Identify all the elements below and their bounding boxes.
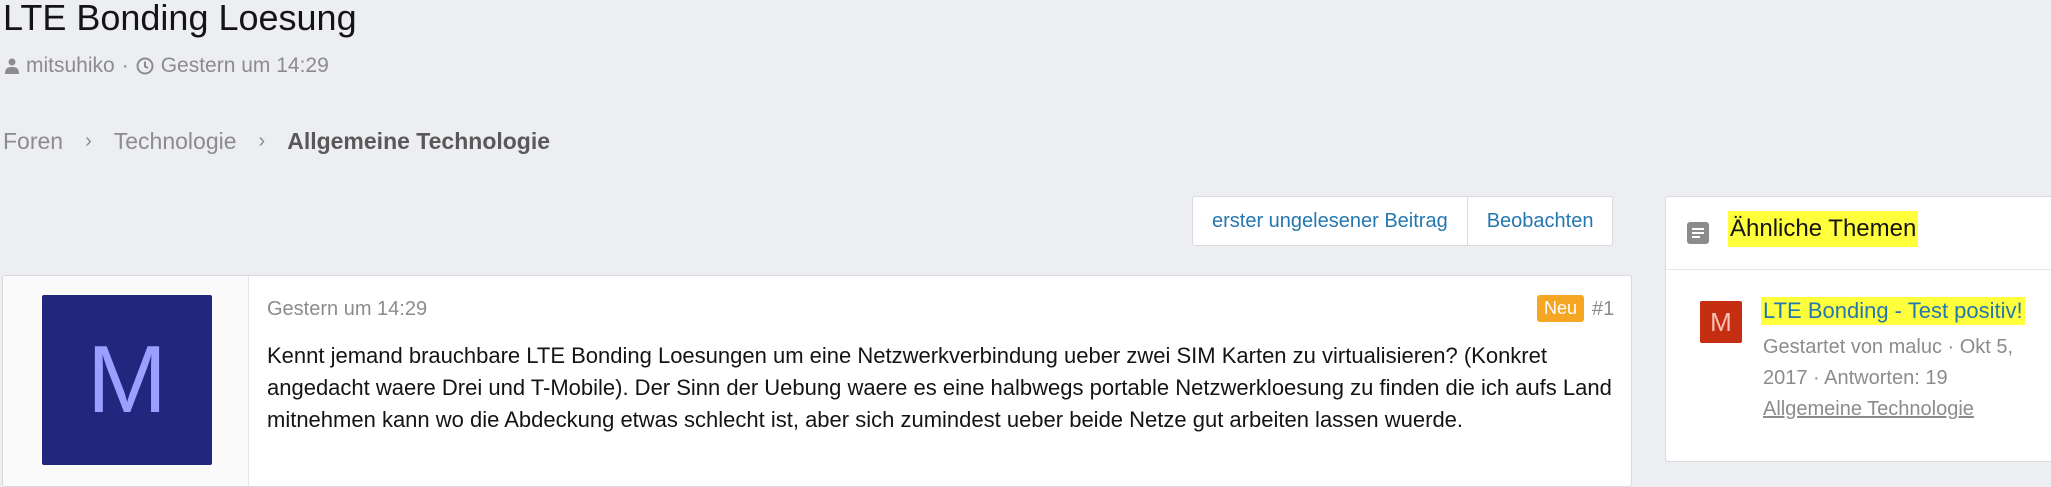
thread-meta: mitsuhiko · Gestern um 14:29 (5, 54, 329, 78)
similar-thread-forum-link[interactable]: Allgemeine Technologie (1763, 398, 1974, 420)
breadcrumb-item-foren[interactable]: Foren (3, 128, 63, 155)
chevron-right-icon: › (258, 130, 266, 152)
thread-action-buttons: erster ungelesener Beitrag Beobachten (1192, 196, 1614, 246)
meta-separator: · (121, 54, 129, 77)
avatar[interactable]: M (42, 295, 212, 465)
first-unread-button[interactable]: erster ungelesener Beitrag (1193, 197, 1467, 245)
list-icon (1686, 221, 1710, 250)
breadcrumb: Foren › Technologie › Allgemeine Technol… (3, 128, 550, 155)
avatar[interactable]: M (1700, 301, 1742, 343)
post-user-panel: M (3, 276, 249, 486)
watch-button[interactable]: Beobachten (1466, 197, 1613, 245)
user-icon (5, 58, 19, 74)
thread-date[interactable]: Gestern um 14:29 (161, 54, 329, 78)
post-date[interactable]: Gestern um 14:29 (267, 298, 427, 321)
post-number[interactable]: #1 (1592, 298, 1614, 321)
post: M Gestern um 14:29 Neu #1 Kennt jemand b… (2, 275, 1632, 487)
similar-threads-panel: Ähnliche Themen M LTE Bonding - Test pos… (1665, 196, 2051, 462)
chevron-right-icon: › (85, 130, 92, 152)
breadcrumb-item-technologie[interactable]: Technologie (114, 128, 237, 155)
post-body: Kennt jemand brauchbare LTE Bonding Loes… (267, 343, 1612, 432)
similar-thread-info: Gestartet von maluc · Okt 5, 2017 · Antw… (1763, 332, 2051, 425)
new-badge: Neu (1537, 295, 1585, 322)
similar-threads-title: Ähnliche Themen (1728, 211, 1919, 247)
similar-threads-header: Ähnliche Themen (1666, 197, 2051, 270)
thread-author[interactable]: mitsuhiko (26, 54, 115, 78)
similar-thread-meta: Gestartet von maluc · Okt 5, 2017 · Antw… (1763, 336, 2014, 389)
similar-thread-link[interactable]: LTE Bonding - Test positiv! (1761, 297, 2025, 325)
clock-icon (136, 57, 154, 75)
breadcrumb-item-allgemeine-technologie[interactable]: Allgemeine Technologie (287, 128, 550, 155)
thread-title: LTE Bonding Loesung (3, 0, 357, 38)
